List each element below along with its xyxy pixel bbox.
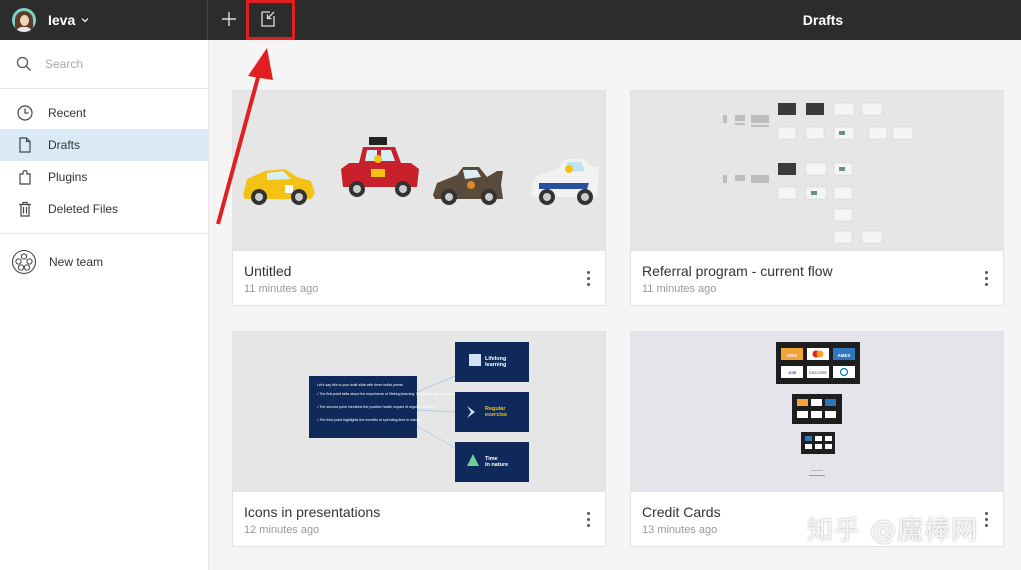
- sidebar-item-label: Recent: [48, 106, 87, 120]
- card-brand: DISCOVER: [809, 371, 827, 375]
- slide-bullet: • The second point mentions the positive…: [317, 405, 435, 409]
- search-bar[interactable]: [0, 50, 208, 78]
- user-menu[interactable]: Ieva: [0, 0, 208, 40]
- sidebar-item-label: Drafts: [48, 138, 81, 152]
- search-input[interactable]: [45, 57, 185, 71]
- card-brand: AMEX: [837, 353, 850, 358]
- more-options-icon[interactable]: [981, 512, 991, 532]
- top-bar: Ieva Drafts: [0, 0, 1021, 40]
- team-icon: [11, 249, 37, 275]
- presentation-thumbnail: Let's say this is your draft slide with …: [309, 342, 529, 482]
- annotation-highlight-box: [246, 0, 295, 40]
- plugin-icon: [19, 169, 31, 185]
- slide-heading: Let's say this is your draft slide with …: [317, 383, 404, 387]
- slide-card-title: in nature: [485, 462, 508, 468]
- slide-bullet: • The third point highlights the benefit…: [317, 418, 421, 422]
- divider: [0, 88, 208, 89]
- file-modified-time: 12 minutes ago: [244, 524, 320, 536]
- slide-card-title: exercise: [485, 412, 507, 418]
- card-brand: VISA: [787, 353, 798, 358]
- sidebar-item-recent[interactable]: Recent: [0, 97, 208, 129]
- file-name: Untitled: [244, 263, 292, 279]
- sidebar-item-deleted-files[interactable]: Deleted Files: [0, 193, 208, 225]
- more-options-icon[interactable]: [981, 271, 991, 291]
- user-name: Ieva: [48, 12, 76, 28]
- file-icon: [19, 137, 31, 153]
- file-thumbnail: Let's say this is your draft slide with …: [233, 332, 605, 492]
- search-icon: [16, 56, 31, 71]
- new-team-label: New team: [49, 255, 104, 269]
- annotation-arrow: [216, 48, 273, 225]
- sidebar-item-drafts[interactable]: Drafts: [0, 129, 208, 161]
- credit-cards-thumbnail: VISA AMEX JCB DISCOVER: [776, 342, 860, 476]
- sidebar-item-label: Deleted Files: [48, 202, 119, 216]
- file-card[interactable]: Referral program - current flow 11 minut…: [630, 90, 1004, 306]
- slide-bullet: • The first point talks about the import…: [317, 392, 458, 396]
- clock-icon: [17, 105, 33, 121]
- file-modified-time: 11 minutes ago: [642, 283, 717, 295]
- card-brand: JCB: [788, 370, 796, 375]
- slide-card-title: learning: [485, 362, 506, 368]
- chevron-down-icon: [81, 18, 89, 23]
- divider: [0, 233, 208, 234]
- file-name: Referral program - current flow: [642, 263, 833, 279]
- more-options-icon[interactable]: [583, 271, 593, 291]
- new-team-item[interactable]: New team: [0, 246, 208, 278]
- plus-icon[interactable]: [218, 8, 240, 30]
- file-thumbnail: VISA AMEX JCB DISCOVER: [631, 332, 1003, 492]
- file-name: Credit Cards: [642, 504, 721, 520]
- avatar: [12, 8, 36, 32]
- file-card[interactable]: Let's say this is your draft slide with …: [232, 331, 606, 547]
- sidebar-item-plugins[interactable]: Plugins: [0, 161, 208, 193]
- page-title: Drafts: [802, 12, 844, 28]
- file-modified-time: 11 minutes ago: [244, 283, 319, 295]
- file-name: Icons in presentations: [244, 504, 381, 520]
- sidebar-item-label: Plugins: [48, 170, 88, 184]
- file-modified-time: 13 minutes ago: [642, 524, 718, 536]
- file-thumbnail: [631, 91, 1003, 251]
- sidebar: Recent Drafts Plugins Deleted Files New …: [0, 40, 209, 570]
- trash-icon: [19, 201, 31, 217]
- watermark: 知乎 @魔棒网: [807, 516, 979, 546]
- flow-diagram-thumbnail: [723, 102, 914, 244]
- more-options-icon[interactable]: [583, 512, 593, 532]
